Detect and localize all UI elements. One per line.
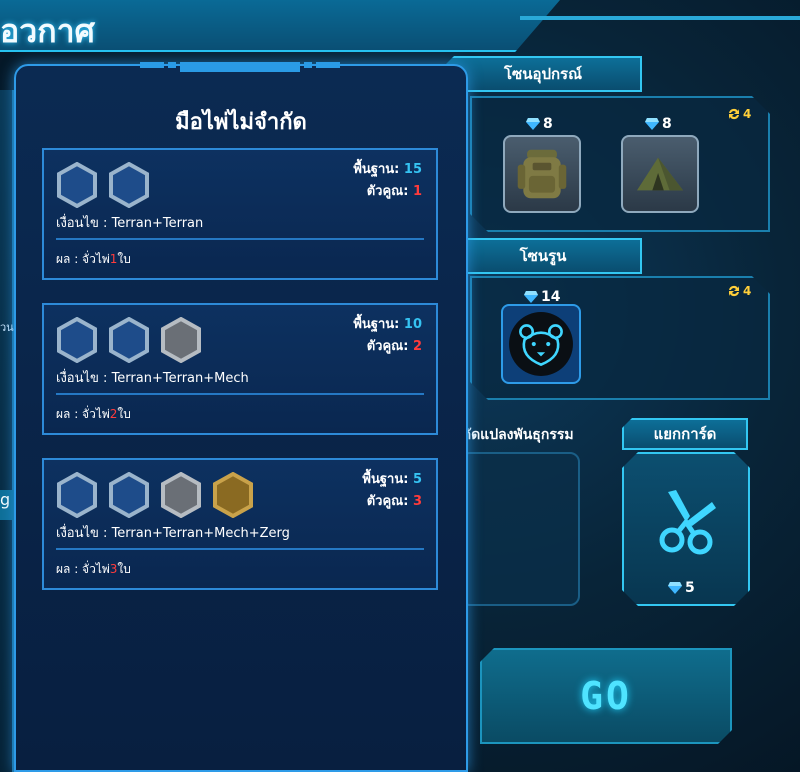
hex-row	[56, 162, 150, 208]
diamond-icon	[524, 291, 538, 303]
draw-result: ผล : จั่วไพ่3ใบ	[56, 562, 131, 576]
terran-hex-icon	[109, 317, 149, 363]
backpack-item[interactable]	[503, 135, 581, 213]
terran-hex-icon	[57, 162, 97, 208]
equipment-refresh-button[interactable]: 4	[726, 106, 751, 122]
draw-result: ผล : จั่วไพ่1ใบ	[56, 252, 131, 266]
multiplier-stat: ตัวคูณ: 3	[366, 494, 422, 509]
hex-row	[56, 472, 254, 518]
multiplier-stat: ตัวคูณ: 2	[366, 339, 422, 354]
page-title: อวกาศ	[0, 12, 95, 50]
card-divider	[56, 238, 424, 240]
rune-refresh-button[interactable]: 4	[726, 283, 751, 299]
left-side-panel	[0, 90, 14, 772]
gene-modify-label: ดัดแปลงพันธุกรรม	[462, 427, 574, 443]
bear-icon	[509, 312, 573, 376]
modal-title: มือไพ่ไม่จำกัด	[175, 110, 307, 135]
scissors-icon	[646, 482, 726, 562]
equipment-refresh-count: 4	[743, 107, 752, 121]
tent-price-value: 8	[662, 116, 672, 132]
base-stat: พื้นฐาน: 10	[353, 317, 422, 332]
zerg-hex-icon	[213, 472, 253, 518]
bond-condition: เงื่อนไข : Terran+Terran	[56, 216, 204, 231]
split-card-label: แยกการ์ด	[653, 425, 717, 443]
backpack-price: 8	[526, 116, 553, 132]
base-stat: พื้นฐาน: 5	[362, 472, 422, 487]
mech-hex-icon	[161, 472, 201, 518]
bond-condition: เงื่อนไข : Terran+Terran+Mech	[56, 371, 249, 386]
terran-hex-icon	[109, 162, 149, 208]
tent-icon	[636, 157, 684, 191]
go-button[interactable]: GO	[480, 648, 732, 744]
diamond-icon	[526, 118, 540, 130]
left-side-text: วน	[0, 321, 14, 334]
base-stat: พื้นฐาน: 15	[353, 162, 422, 177]
split-card-price-value: 5	[685, 580, 695, 596]
equipment-zone-label: โซนอุปกรณ์	[503, 65, 583, 83]
split-card-button[interactable]: 5	[622, 452, 750, 606]
rune-zone-tab: โซนรูน	[444, 238, 642, 274]
diamond-icon	[668, 582, 682, 594]
split-card-tab: แยกการ์ด	[622, 418, 748, 450]
terran-hex-icon	[57, 317, 97, 363]
terran-hex-icon	[57, 472, 97, 518]
combo-card-1: พื้นฐาน: 15 ตัวคูณ: 1 เงื่อนไข : Terran+…	[42, 148, 438, 280]
backpack-price-value: 8	[543, 116, 553, 132]
card-divider	[56, 393, 424, 395]
rune-zone-label: โซนรูน	[519, 247, 567, 265]
bear-rune-item[interactable]	[501, 304, 581, 384]
bond-condition: เงื่อนไข : Terran+Terran+Mech+Zerg	[56, 526, 290, 541]
card-divider	[56, 548, 424, 550]
refresh-icon	[729, 285, 739, 297]
diamond-icon	[645, 118, 659, 130]
terran-hex-icon	[109, 472, 149, 518]
go-button-label: GO	[580, 674, 632, 718]
multiplier-stat: ตัวคูณ: 1	[366, 184, 422, 199]
bear-rune-price-value: 14	[541, 289, 561, 305]
modal-top-decoration	[130, 62, 350, 76]
backpack-icon	[517, 149, 567, 199]
gene-modify-slot[interactable]	[460, 452, 580, 606]
rune-refresh-count: 4	[743, 284, 752, 298]
equipment-zone-tab: โซนอุปกรณ์	[444, 56, 642, 92]
tent-price: 8	[645, 116, 672, 132]
split-card-price: 5	[668, 580, 695, 596]
tent-item[interactable]	[621, 135, 699, 213]
draw-result: ผล : จั่วไพ่2ใบ	[56, 407, 131, 421]
header-divider	[520, 16, 800, 20]
hex-row	[56, 317, 202, 363]
combo-card-3: พื้นฐาน: 5 ตัวคูณ: 3 เงื่อนไข : Terran+T…	[42, 458, 438, 590]
bear-rune-price: 14	[524, 289, 560, 305]
mech-hex-icon	[161, 317, 201, 363]
left-side-tab: g	[0, 490, 14, 520]
refresh-icon	[729, 108, 739, 120]
combo-card-2: พื้นฐาน: 10 ตัวคูณ: 2 เงื่อนไข : Terran+…	[42, 303, 438, 435]
